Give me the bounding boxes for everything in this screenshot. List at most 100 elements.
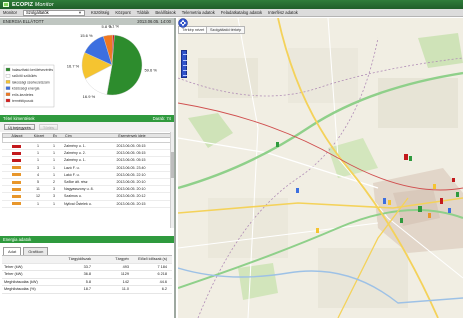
- status-cell: [2, 172, 30, 178]
- legend-label: terméktípusok: [12, 99, 34, 103]
- new-entry-button[interactable]: Új bejegyzés: [4, 124, 35, 130]
- status-cell: [2, 179, 30, 185]
- legend-label: erős-kezdetes: [12, 93, 34, 97]
- table-row[interactable]: 1 1 Zalmény u. 2. 2013.06.05. 05:15: [2, 150, 172, 158]
- menu-item-monitor[interactable]: Monitor: [3, 10, 17, 15]
- left-panel: ENERGIA ELLÁTOTT 2013.06.05. 14:00 59.6 …: [0, 18, 176, 318]
- stats-body: Teher (kW) 33.7 493 7 184 Teher (kW) 36.8 1129…: [2, 264, 172, 294]
- event-time-cell: 2013.06.05. 20:10: [116, 180, 146, 185]
- pie-data-label: 59.6 %: [144, 67, 157, 72]
- status-swatch: [11, 202, 21, 206]
- energy-stats-table: Tárgyidőszak Tárgyév Előző időszak (s) T…: [2, 255, 172, 294]
- table-row[interactable]: 5 2 Szőke ált. rész 2013.06.05. 20:10: [2, 179, 172, 187]
- pie-data-label: 16.9 %: [83, 94, 96, 99]
- stats-value-period: 33.7: [83, 264, 91, 269]
- map-pan-control[interactable]: [178, 18, 188, 28]
- zone-cell: 1: [37, 151, 39, 156]
- stats-value-previous: 7 184: [157, 264, 167, 269]
- zone-cell: 5: [37, 180, 39, 185]
- legend-label: közösségi energia: [12, 87, 39, 91]
- stats-col-period: Tárgyidőszak: [68, 257, 91, 262]
- stats-row-label: Teher (kW): [4, 264, 23, 269]
- events-grid-body: 1 1 Zalmény u. 1. 2013.06.05. 05:15 1 1 Zalmén…: [2, 143, 172, 208]
- map-canvas[interactable]: [178, 18, 463, 318]
- stats-row-label: Meghibásodás (kW): [4, 279, 38, 284]
- address-cell: Zalmény u. 1.: [64, 158, 86, 163]
- provider-dropdown[interactable]: Szolgáltatók ▼: [22, 9, 85, 16]
- address-cell: Szőke ált. rész: [64, 180, 88, 185]
- zoom-tick: [183, 65, 187, 66]
- events-panel-title: Tétel kimentések: [3, 116, 35, 121]
- col-header-status[interactable]: Állapot: [3, 134, 31, 137]
- table-row[interactable]: 3 1 Lazó F. u. 2013.06.05. 23:40: [2, 165, 172, 172]
- col-header-address[interactable]: Cím: [63, 134, 101, 137]
- stats-value-year: 1129: [120, 272, 129, 277]
- status-cell: [2, 186, 30, 192]
- menu-item-feladat[interactable]: Feladatkatalog adatok: [221, 10, 262, 15]
- zoom-out-icon[interactable]: [183, 75, 187, 76]
- address-cell: Lazó F. u.: [64, 165, 80, 170]
- map-tab-provider[interactable]: Szolgáltatói térkép: [206, 26, 246, 34]
- pie-data-label: 15.6 %: [80, 33, 93, 38]
- app-title: ECOPIZ Monitor: [12, 2, 54, 8]
- scrollbar-thumb[interactable]: [171, 152, 174, 178]
- table-row[interactable]: 4 1 Lakó F. u. 2013.06.05. 22:10: [2, 172, 172, 179]
- address-cell: Zalmény u. 2.: [64, 151, 86, 156]
- address-cell: Lakó F. u.: [64, 172, 80, 177]
- energy-stats-header: Energia adatok: [0, 236, 174, 243]
- table-row[interactable]: 1 1 Zalmény u. 1. 2013.06.05. 05:15: [2, 157, 172, 165]
- app-logo-icon: [3, 2, 9, 7]
- tab-chart[interactable]: Grafikon: [23, 247, 49, 255]
- event-time-cell: 2013.06.05. 22:10: [116, 172, 146, 177]
- year-cell: 1: [53, 172, 55, 177]
- menu-item-beallitasok[interactable]: Beállítások: [155, 10, 175, 15]
- event-time-cell: 2013.06.05. 20:15: [116, 201, 146, 206]
- status-cell: [2, 201, 30, 207]
- address-cell: Nyilvai Őstelek u.: [64, 201, 92, 206]
- event-time-cell: 2013.06.05. 05:15: [116, 158, 146, 163]
- menu-item-kozpont[interactable]: Központ: [115, 10, 130, 15]
- legend-swatch: [5, 80, 11, 84]
- delete-button[interactable]: Törlés: [38, 124, 59, 130]
- table-row[interactable]: 11 3 Nagyasszony u. 8. 2013.06.05. 20:10: [2, 186, 172, 194]
- event-time-cell: 2013.06.05. 05:15: [116, 144, 146, 149]
- status-swatch: [11, 173, 21, 177]
- legend-label: halasztható kerületvezérlés: [12, 68, 53, 72]
- stats-row-label: Teher (kW): [4, 272, 23, 277]
- app-window: ECOPIZ Monitor Monitor Szolgáltatók ▼ Kö…: [0, 0, 463, 318]
- col-header-event-time[interactable]: Események ideje: [101, 134, 163, 137]
- address-cell: Nagyasszony u. 8.: [64, 187, 94, 192]
- events-panel: Tétel kimentések Darab: 74 Új bejegyzés …: [0, 115, 174, 233]
- year-cell: 1: [53, 151, 55, 156]
- menu-item-telemetria[interactable]: Telemetria adatok: [182, 10, 215, 15]
- chart-panel-title: ENERGIA ELLÁTOTT: [3, 19, 44, 24]
- year-cell: 2: [53, 180, 55, 185]
- table-row[interactable]: 1 1 Zalmény u. 1. 2013.06.05. 05:15: [2, 143, 172, 151]
- col-header-zone[interactable]: Körzet: [31, 134, 47, 137]
- stats-value-period: 18.7: [83, 287, 91, 292]
- zoom-tick: [183, 70, 187, 71]
- year-cell: 3: [53, 194, 55, 199]
- table-row[interactable]: 1 1 Nyilvai Őstelek u. 2013.06.05. 20:15: [2, 201, 172, 208]
- events-grid-scrollbar[interactable]: [170, 132, 174, 228]
- year-cell: 3: [53, 187, 55, 192]
- year-cell: 1: [53, 201, 55, 206]
- menu-item-tablak[interactable]: Táblák: [137, 10, 150, 15]
- status-swatch: [11, 158, 21, 162]
- pie-chart: 59.6 %16.9 %16.7 %15.6 %5.8 %1.1 %halasz…: [3, 25, 157, 108]
- legend-label: szűkítő szűkülés: [12, 74, 37, 78]
- stats-row: Teher (kW) 33.7 493 7 184: [2, 264, 172, 271]
- status-swatch: [11, 180, 21, 184]
- col-header-year[interactable]: Év: [47, 134, 63, 137]
- map-view[interactable]: Térkép nézet Szolgáltatói térkép: [178, 18, 463, 318]
- tab-data[interactable]: Adat: [3, 247, 22, 255]
- table-row[interactable]: 12 3 Szalmos u. 2013.06.05. 20:12: [2, 193, 172, 201]
- menu-item-kozoltseg[interactable]: Közöltség: [91, 10, 109, 15]
- map-zoom-slider[interactable]: [181, 50, 187, 78]
- event-time-cell: 2013.06.05. 23:40: [116, 165, 146, 170]
- event-time-cell: 2013.06.05. 20:12: [116, 194, 146, 199]
- zoom-in-icon[interactable]: [183, 54, 187, 55]
- menu-item-interfesz[interactable]: Interfész adatok: [268, 10, 298, 15]
- zone-cell: 3: [37, 165, 39, 170]
- zone-cell: 4: [37, 172, 39, 177]
